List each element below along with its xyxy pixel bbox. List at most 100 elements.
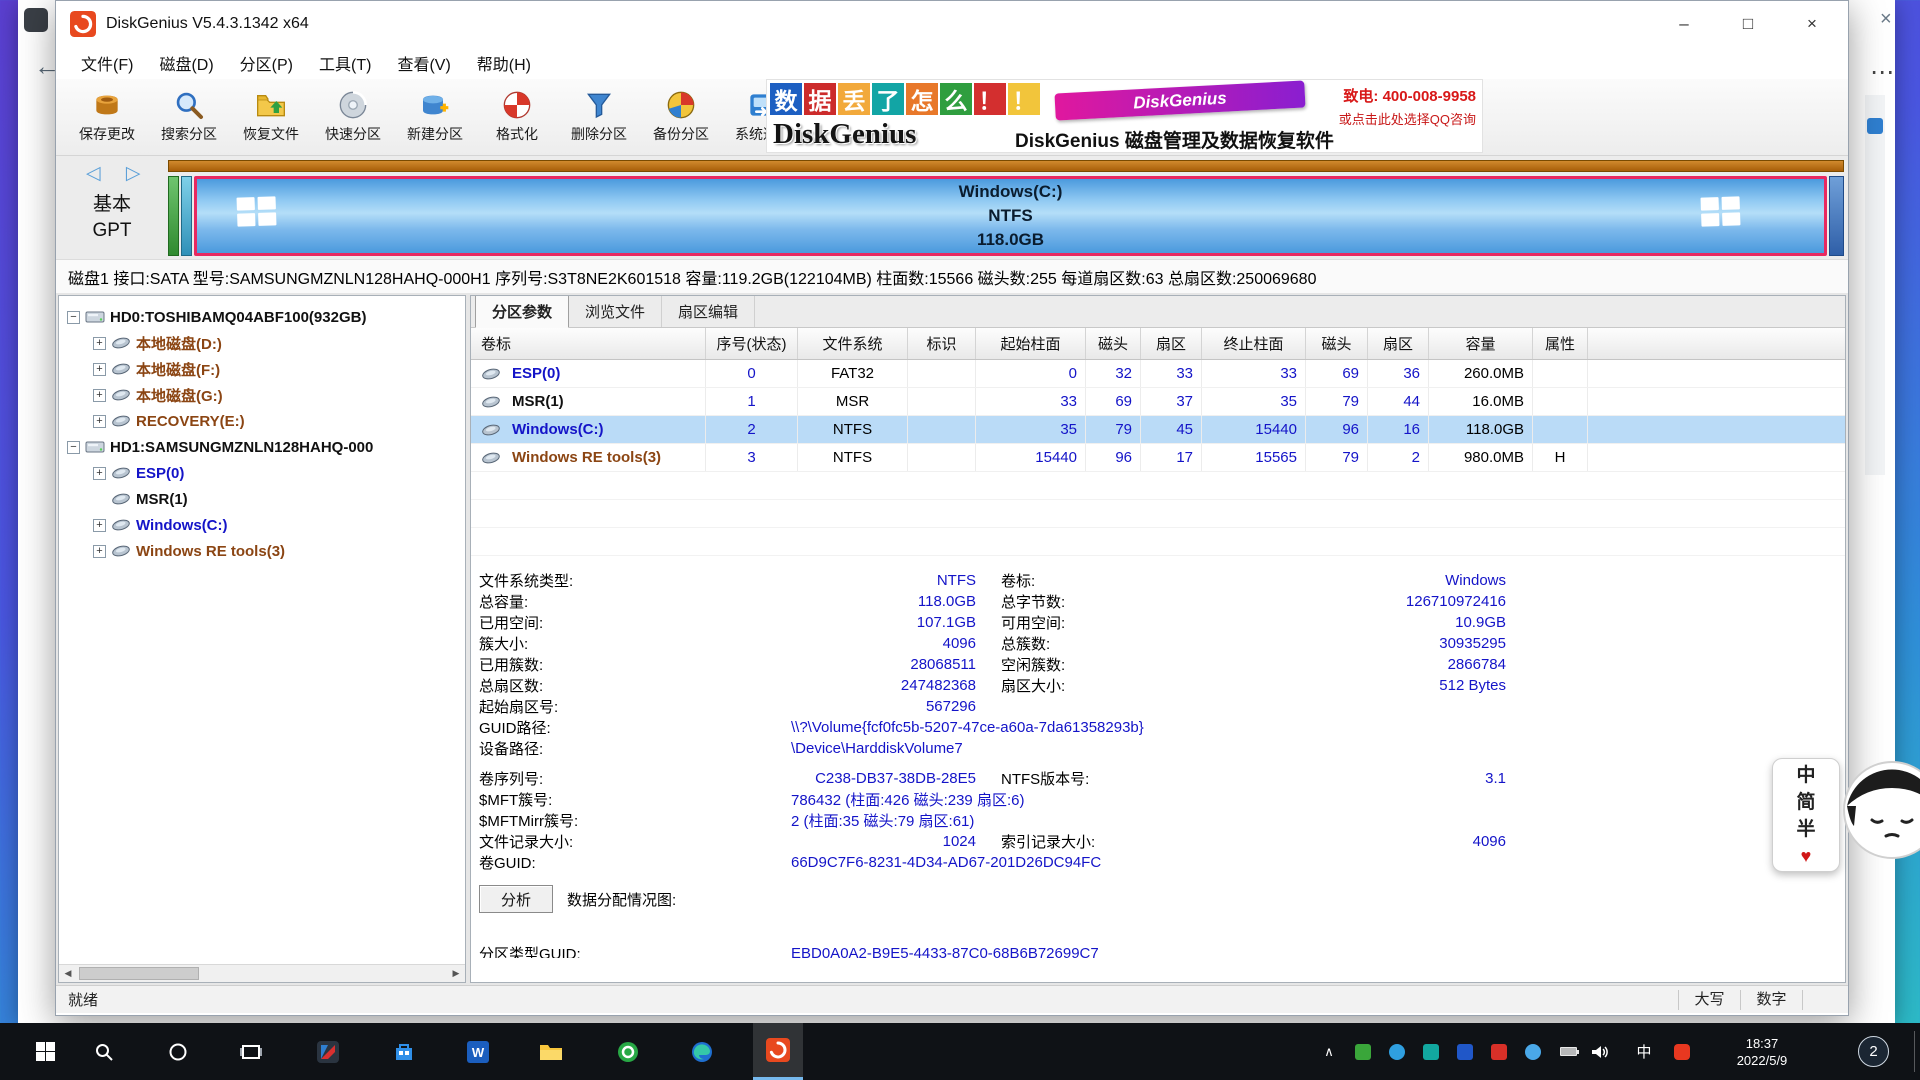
expand-toggle-icon[interactable]: + <box>93 337 106 350</box>
cortana-button[interactable] <box>153 1023 203 1080</box>
tree-item-esp[interactable]: + ESP(0) <box>59 460 465 486</box>
col-start-cyl[interactable]: 起始柱面 <box>976 328 1086 359</box>
start-button[interactable] <box>20 1023 70 1080</box>
expand-toggle-icon[interactable]: + <box>93 545 106 558</box>
ime-halfwidth[interactable]: 半 <box>1796 817 1815 843</box>
browser-close-icon[interactable]: × <box>1880 8 1892 31</box>
tray-icon-4[interactable] <box>1457 1023 1473 1080</box>
maximize-button[interactable]: □ <box>1716 1 1780 46</box>
ime-mode-chinese[interactable]: 中 <box>1796 763 1815 789</box>
tree-item-local-g[interactable]: + 本地磁盘(G:) <box>59 382 465 408</box>
tree-item-local-d[interactable]: + 本地磁盘(D:) <box>59 330 465 356</box>
tray-icon-6[interactable] <box>1525 1023 1541 1080</box>
search-button[interactable] <box>79 1023 129 1080</box>
volume-icon[interactable] <box>1589 1023 1611 1080</box>
tray-expand-icon[interactable]: ∧ <box>1313 1023 1345 1080</box>
tray-icon-2[interactable] <box>1389 1023 1405 1080</box>
tree-item-hd1[interactable]: − HD1:SAMSUNGMZNLN128HAHQ-000 <box>59 434 465 460</box>
ime-indicator[interactable]: 中 <box>1629 1023 1659 1080</box>
battery-icon[interactable] <box>1557 1023 1579 1080</box>
heart-icon[interactable]: ♥ <box>1801 844 1812 868</box>
tree-item-windows-re[interactable]: + Windows RE tools(3) <box>59 538 465 564</box>
save-changes-button[interactable]: 保存更改 <box>66 79 148 153</box>
tree-horizontal-scrollbar[interactable]: ◀ ▶ <box>59 964 465 982</box>
col-start-sector[interactable]: 扇区 <box>1141 328 1202 359</box>
edge-button[interactable] <box>677 1023 727 1080</box>
table-row-esp[interactable]: ESP(0) 0 FAT32 0 32 33 33 69 36 260.0MB <box>471 360 1845 388</box>
green-browser-button[interactable] <box>603 1023 653 1080</box>
menu-tools[interactable]: 工具(T) <box>306 47 384 79</box>
collapse-toggle-icon[interactable]: − <box>67 441 80 454</box>
tray-icon-5[interactable] <box>1491 1023 1507 1080</box>
delete-partition-button[interactable]: 删除分区 <box>558 79 640 153</box>
partition-block-windows-c[interactable]: Windows(C:) NTFS 118.0GB <box>194 176 1827 256</box>
col-end-sector[interactable]: 扇区 <box>1368 328 1429 359</box>
tab-sector-edit[interactable]: 扇区编辑 <box>662 296 755 327</box>
partition-block-msr[interactable] <box>181 176 192 256</box>
word-button[interactable]: W <box>453 1023 503 1080</box>
table-row-windows-c[interactable]: Windows(C:) 2 NTFS 35 79 45 15440 96 16 … <box>471 416 1845 444</box>
show-desktop-divider[interactable] <box>1914 1031 1915 1072</box>
tray-icon-1[interactable] <box>1355 1023 1371 1080</box>
col-end-head[interactable]: 磁头 <box>1306 328 1368 359</box>
close-button[interactable]: × <box>1780 1 1844 46</box>
backup-partition-button[interactable]: 备份分区 <box>640 79 722 153</box>
browser-scrollbar[interactable] <box>1865 95 1885 475</box>
clock[interactable]: 18:37 2022/5/9 <box>1717 1023 1807 1080</box>
ad-banner[interactable]: 数 据 丢 了 怎 么 ！ ！ DiskGenius DiskGenius Di… <box>766 79 1483 153</box>
disk-capacity-strip[interactable] <box>168 160 1844 172</box>
col-flag[interactable]: 标识 <box>908 328 976 359</box>
table-row-msr[interactable]: MSR(1) 1 MSR 33 69 37 35 79 44 16.0MB <box>471 388 1845 416</box>
expand-toggle-icon[interactable]: + <box>93 519 106 532</box>
sogou-icon[interactable] <box>1673 1023 1691 1080</box>
browser-scrollbar-thumb[interactable] <box>1867 118 1883 134</box>
tree-item-local-f[interactable]: + 本地磁盘(F:) <box>59 356 465 382</box>
scrollbar-thumb[interactable] <box>79 967 199 980</box>
col-filesystem[interactable]: 文件系统 <box>798 328 908 359</box>
ad-qq-link[interactable]: 或点击此处选择QQ咨询 <box>1339 109 1476 128</box>
col-index[interactable]: 序号(状态) <box>706 328 798 359</box>
tab-browse-files[interactable]: 浏览文件 <box>569 296 662 327</box>
minimize-button[interactable]: – <box>1652 1 1716 46</box>
cartoon-face-sticker[interactable] <box>1842 760 1920 860</box>
menu-partition[interactable]: 分区(P) <box>227 47 306 79</box>
menu-help[interactable]: 帮助(H) <box>464 47 544 79</box>
format-button[interactable]: 格式化 <box>476 79 558 153</box>
tree-item-msr[interactable]: MSR(1) <box>59 486 465 512</box>
search-partition-button[interactable]: 搜索分区 <box>148 79 230 153</box>
background-tab-icon[interactable] <box>24 8 48 32</box>
quick-partition-button[interactable]: 快速分区 <box>312 79 394 153</box>
tree-item-windows-c[interactable]: + Windows(C:) <box>59 512 465 538</box>
expand-toggle-icon[interactable]: + <box>93 467 106 480</box>
recover-files-button[interactable]: 恢复文件 <box>230 79 312 153</box>
collapse-toggle-icon[interactable]: − <box>67 311 80 324</box>
ad-contact[interactable]: 致电: 400-008-9958 或点击此处选择QQ咨询 <box>1339 85 1476 128</box>
col-attr[interactable]: 属性 <box>1533 328 1588 359</box>
tree-item-recovery-e[interactable]: + RECOVERY(E:) <box>59 408 465 434</box>
diskgenius-taskbar-button[interactable] <box>753 1023 803 1080</box>
col-end-cyl[interactable]: 终止柱面 <box>1202 328 1306 359</box>
pinned-app-button-1[interactable] <box>303 1023 353 1080</box>
scroll-right-icon[interactable]: ▶ <box>447 965 465 982</box>
analyze-button[interactable]: 分析 <box>479 885 553 913</box>
expand-toggle-icon[interactable]: + <box>93 415 106 428</box>
disk-nav-arrows-icon[interactable]: ◁ ▷ <box>86 162 151 185</box>
new-partition-button[interactable]: 新建分区 <box>394 79 476 153</box>
input-method-toolbar[interactable]: 中 简 半 ♥ <box>1772 758 1840 872</box>
file-explorer-button[interactable] <box>526 1023 576 1080</box>
task-view-button[interactable] <box>226 1023 276 1080</box>
scroll-left-icon[interactable]: ◀ <box>59 965 77 982</box>
partition-block-re-tools[interactable] <box>1829 176 1844 256</box>
menu-disk[interactable]: 磁盘(D) <box>146 47 226 79</box>
menu-view[interactable]: 查看(V) <box>384 47 463 79</box>
table-row-windows-re[interactable]: Windows RE tools(3) 3 NTFS 15440 96 17 1… <box>471 444 1845 472</box>
partition-block-esp[interactable] <box>168 176 179 256</box>
col-start-head[interactable]: 磁头 <box>1086 328 1141 359</box>
store-button[interactable] <box>379 1023 429 1080</box>
tray-icon-3[interactable] <box>1423 1023 1439 1080</box>
tab-partition-params[interactable]: 分区参数 <box>475 295 569 328</box>
tree-item-hd0[interactable]: − HD0:TOSHIBAMQ04ABF100(932GB) <box>59 304 465 330</box>
col-capacity[interactable]: 容量 <box>1429 328 1533 359</box>
expand-toggle-icon[interactable]: + <box>93 363 106 376</box>
menu-file[interactable]: 文件(F) <box>68 47 146 79</box>
